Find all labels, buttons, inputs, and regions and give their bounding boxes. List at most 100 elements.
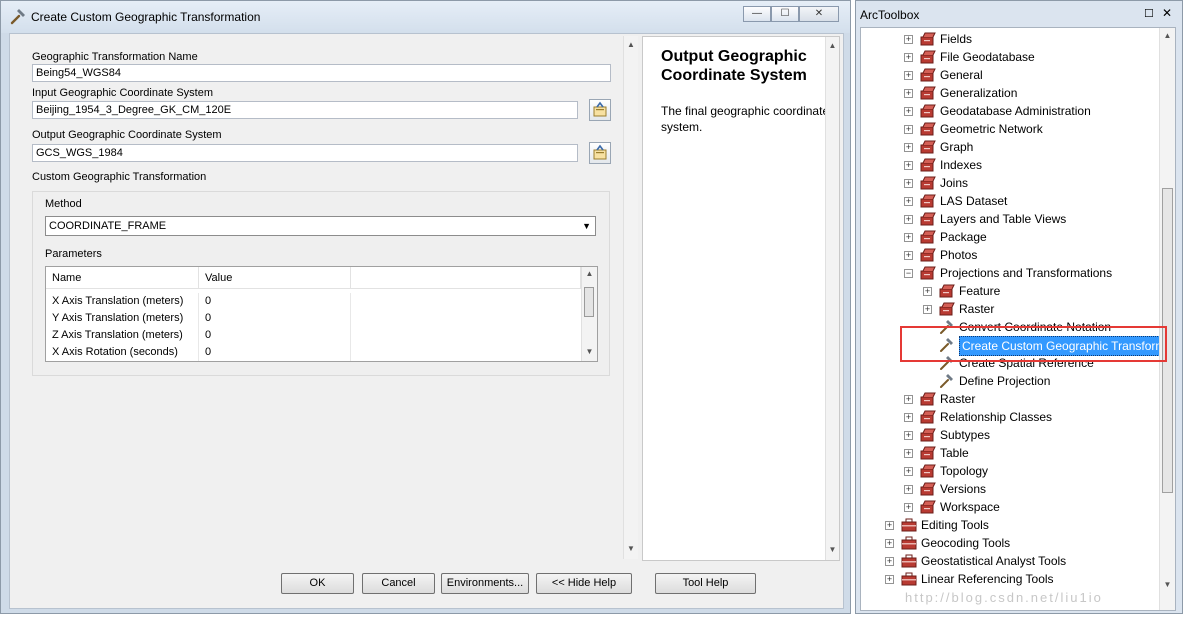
column-header-name[interactable]: Name xyxy=(46,267,199,289)
scroll-down-icon[interactable]: ▼ xyxy=(1160,580,1175,589)
table-row[interactable]: X Axis Translation (meters) 0 xyxy=(46,293,581,310)
tree-node-label[interactable]: Versions xyxy=(940,480,986,498)
tree-node-label[interactable]: Raster xyxy=(940,390,975,408)
scroll-down-icon[interactable]: ▼ xyxy=(624,544,638,553)
tree-node[interactable]: + Workspace xyxy=(861,498,1157,516)
expand-icon[interactable]: + xyxy=(885,557,894,566)
scroll-down-icon[interactable]: ▼ xyxy=(582,347,597,356)
tree-node-label[interactable]: Fields xyxy=(940,30,972,48)
table-row[interactable]: Z Axis Translation (meters) 0 xyxy=(46,327,581,344)
output-gcs-input[interactable]: GCS_WGS_1984 xyxy=(32,144,578,162)
param-value[interactable]: 0 xyxy=(199,310,351,327)
tree-node-label[interactable]: Feature xyxy=(959,282,1000,300)
param-value[interactable]: 0 xyxy=(199,293,351,310)
tree-node-label[interactable]: Editing Tools xyxy=(921,516,989,534)
maximize-button[interactable]: ☐ xyxy=(771,6,799,22)
scroll-down-icon[interactable]: ▼ xyxy=(826,545,839,554)
tree-node-label[interactable]: Table xyxy=(940,444,969,462)
expand-icon[interactable]: + xyxy=(904,35,913,44)
close-button[interactable]: ✕ xyxy=(1162,6,1172,20)
collapse-icon[interactable]: − xyxy=(904,269,913,278)
expand-icon[interactable]: + xyxy=(904,395,913,404)
expand-icon[interactable]: + xyxy=(904,53,913,62)
tree-node[interactable]: + Subtypes xyxy=(861,426,1157,444)
tree-node[interactable]: − Projections and Transformations xyxy=(861,264,1157,282)
tree-node[interactable]: + Raster xyxy=(861,300,1157,318)
expand-icon[interactable]: + xyxy=(885,539,894,548)
expand-icon[interactable]: + xyxy=(904,71,913,80)
scroll-up-icon[interactable]: ▲ xyxy=(624,40,638,49)
cancel-button[interactable]: Cancel xyxy=(362,573,435,594)
tree-node[interactable]: + Geostatistical Analyst Tools xyxy=(861,552,1157,570)
tree-node[interactable]: + Relationship Classes xyxy=(861,408,1157,426)
maximize-button[interactable]: ☐ xyxy=(1144,7,1154,20)
tree-node[interactable]: + Feature xyxy=(861,282,1157,300)
minimize-button[interactable]: — xyxy=(743,6,771,22)
tree-node[interactable]: + Indexes xyxy=(861,156,1157,174)
scroll-up-icon[interactable]: ▲ xyxy=(1160,31,1175,40)
tree-node-label[interactable]: File Geodatabase xyxy=(940,48,1035,66)
tree-node-label[interactable]: Relationship Classes xyxy=(940,408,1052,426)
tree-node[interactable]: + Generalization xyxy=(861,84,1157,102)
hide-help-button[interactable]: << Hide Help xyxy=(536,573,632,594)
tree-node[interactable]: + Topology xyxy=(861,462,1157,480)
tree-node-label[interactable]: Raster xyxy=(959,300,994,318)
tree-node[interactable]: + Geometric Network xyxy=(861,120,1157,138)
tool-help-button[interactable]: Tool Help xyxy=(655,573,756,594)
tree-node-label[interactable]: Geostatistical Analyst Tools xyxy=(921,552,1066,570)
tree-node[interactable]: + Geodatabase Administration xyxy=(861,102,1157,120)
expand-icon[interactable]: + xyxy=(904,413,913,422)
tree-node-label[interactable]: Joins xyxy=(940,174,968,192)
expand-icon[interactable]: + xyxy=(904,215,913,224)
expand-icon[interactable]: + xyxy=(904,179,913,188)
help-scrollbar[interactable]: ▲ ▼ xyxy=(825,37,839,560)
tree-node[interactable]: + Graph xyxy=(861,138,1157,156)
expand-icon[interactable]: + xyxy=(923,287,932,296)
expand-icon[interactable]: + xyxy=(904,143,913,152)
parameters-scrollbar[interactable]: ▲ ▼ xyxy=(623,36,638,559)
tree-node-label[interactable]: Topology xyxy=(940,462,988,480)
expand-icon[interactable]: + xyxy=(904,197,913,206)
expand-icon[interactable]: + xyxy=(904,503,913,512)
scroll-up-icon[interactable]: ▲ xyxy=(826,41,839,50)
tree-node-label[interactable]: Geometric Network xyxy=(940,120,1043,138)
expand-icon[interactable]: + xyxy=(904,233,913,242)
tree-node[interactable]: + Package xyxy=(861,228,1157,246)
expand-icon[interactable]: + xyxy=(904,467,913,476)
tree-node-label[interactable]: Subtypes xyxy=(940,426,990,444)
expand-icon[interactable]: + xyxy=(904,125,913,134)
expand-icon[interactable]: + xyxy=(923,305,932,314)
expand-icon[interactable]: + xyxy=(904,251,913,260)
tree-node[interactable]: + Editing Tools xyxy=(861,516,1157,534)
tree-node[interactable]: + Joins xyxy=(861,174,1157,192)
column-header-value[interactable]: Value xyxy=(199,267,351,289)
tree-node[interactable]: + Geocoding Tools xyxy=(861,534,1157,552)
close-button[interactable]: ✕ xyxy=(799,6,839,22)
expand-icon[interactable]: + xyxy=(904,89,913,98)
param-value[interactable]: 0 xyxy=(199,344,351,361)
tree-scrollbar[interactable]: ▲ ▼ xyxy=(1159,28,1175,610)
expand-icon[interactable]: + xyxy=(885,575,894,584)
tree-node-label[interactable]: Define Projection xyxy=(959,372,1050,390)
method-dropdown[interactable]: COORDINATE_FRAME ▼ xyxy=(45,216,596,236)
scroll-thumb[interactable] xyxy=(584,287,594,317)
tree-node-label[interactable]: Package xyxy=(940,228,987,246)
expand-icon[interactable]: + xyxy=(904,431,913,440)
tree-node-label[interactable]: Workspace xyxy=(940,498,1000,516)
tree-node-label[interactable]: Geodatabase Administration xyxy=(940,102,1091,120)
tree-node-label[interactable]: Generalization xyxy=(940,84,1017,102)
output-gcs-browse-button[interactable] xyxy=(589,142,611,164)
tree-node-label[interactable]: Layers and Table Views xyxy=(940,210,1066,228)
expand-icon[interactable]: + xyxy=(904,107,913,116)
tree-node-label[interactable]: Photos xyxy=(940,246,977,264)
tree-node[interactable]: + File Geodatabase xyxy=(861,48,1157,66)
input-gcs-browse-button[interactable] xyxy=(589,99,611,121)
transformation-name-input[interactable]: Being54_WGS84 xyxy=(32,64,611,82)
scroll-up-icon[interactable]: ▲ xyxy=(582,269,597,278)
expand-icon[interactable]: + xyxy=(904,449,913,458)
tree-node-label[interactable]: General xyxy=(940,66,983,84)
input-gcs-input[interactable]: Beijing_1954_3_Degree_GK_CM_120E xyxy=(32,101,578,119)
tree-node[interactable]: Define Projection xyxy=(861,372,1157,390)
table-scrollbar[interactable]: ▲ ▼ xyxy=(581,267,597,361)
tree-node[interactable]: + Photos xyxy=(861,246,1157,264)
